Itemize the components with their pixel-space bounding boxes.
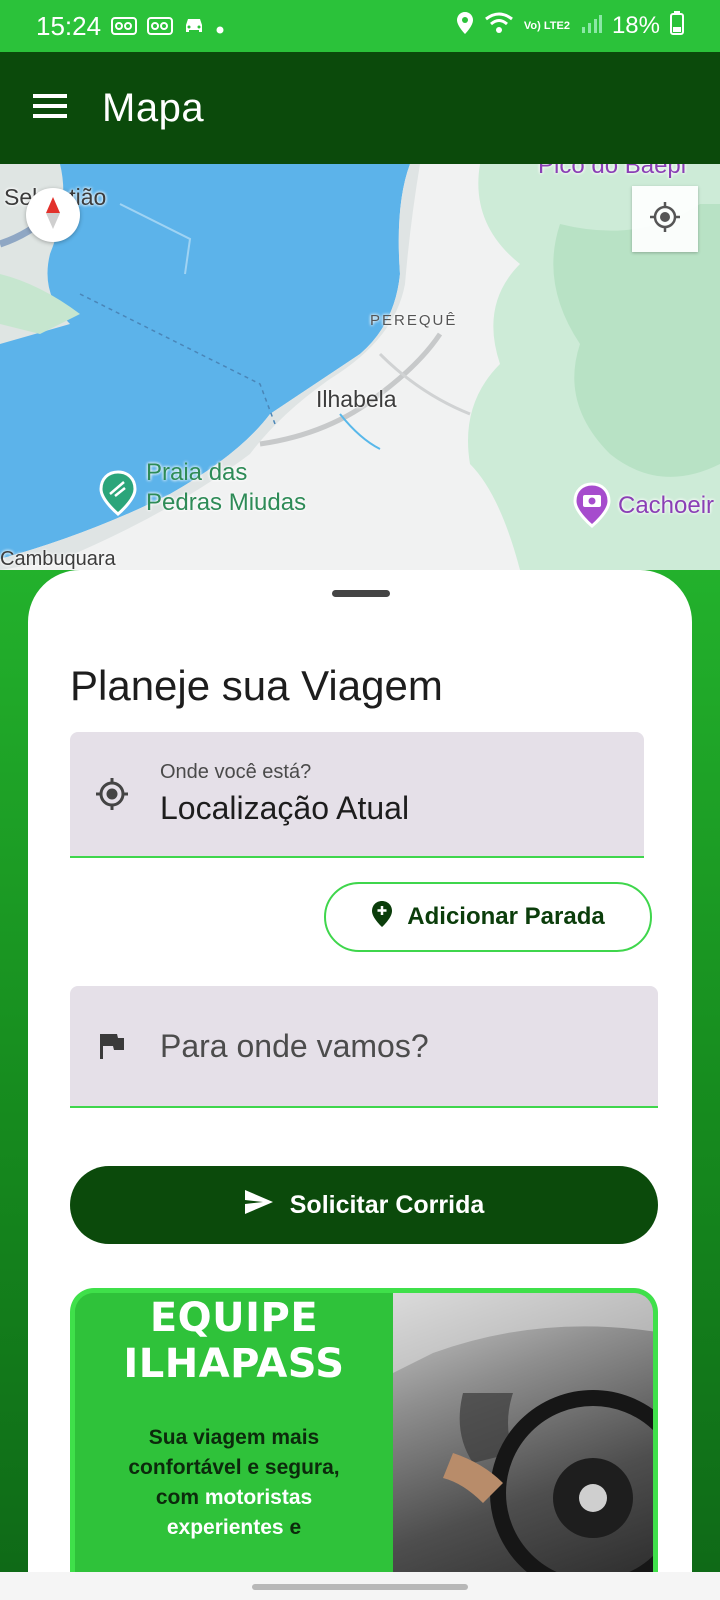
add-stop-button[interactable]: Adicionar Parada: [324, 882, 652, 952]
crosshair-icon: [648, 200, 682, 239]
banner-title-line2: ILHAPASS: [123, 1341, 345, 1387]
compass-icon: [43, 195, 63, 236]
camera-pin-icon[interactable]: [572, 482, 612, 533]
map-label-praia-line1: Praia das: [146, 459, 248, 486]
map-label-praia: Praia das Pedras Miudas: [146, 458, 306, 518]
banner-text: Sua viagem mais confortável e segura, co…: [75, 1423, 393, 1543]
sheet-title: Planeje sua Viagem: [70, 662, 443, 709]
signal-icon: [580, 11, 602, 42]
map-label-cambuquara: Cambuquara: [0, 548, 116, 570]
destination-field[interactable]: Para onde vamos?: [70, 986, 658, 1108]
origin-text: Onde você está? Localização Atual: [160, 761, 409, 827]
status-left: 15:24: [36, 11, 225, 42]
network-type-label: Vo) LTE2: [523, 19, 570, 32]
battery-icon: [670, 10, 684, 42]
banner-text-line3: com motoristas: [75, 1483, 393, 1513]
beach-pin-icon[interactable]: [98, 470, 138, 521]
location-icon: [456, 11, 474, 42]
map-label-ilhabela: Ilhabela: [316, 386, 397, 412]
my-location-button[interactable]: [632, 186, 698, 252]
steering-wheel-photo: [393, 1293, 653, 1580]
drag-handle[interactable]: [332, 590, 390, 597]
banner-text-highlight-1: motoristas: [204, 1486, 313, 1509]
map-label-pereque: PEREQUÊ: [370, 312, 458, 329]
origin-value: Localização Atual: [160, 790, 410, 826]
request-ride-button[interactable]: Solicitar Corrida: [70, 1166, 658, 1244]
add-stop-label: Adicionar Parada: [407, 903, 605, 930]
banner-title: EQUIPE ILHAPASS: [75, 1295, 393, 1387]
home-gesture-pill[interactable]: [252, 1584, 468, 1590]
banner-text-highlight-2: experientes: [166, 1516, 284, 1539]
map-label-pico: Pico do Baepi: [538, 164, 687, 179]
origin-label: Onde você está?: [160, 761, 312, 783]
request-ride-label: Solicitar Corrida: [289, 1190, 485, 1219]
banner-photo: [393, 1293, 653, 1580]
car-icon: [183, 11, 205, 42]
voicemail-icon-2: [147, 11, 174, 42]
hamburger-menu-icon: [33, 93, 67, 124]
trip-planner-sheet: Planeje sua Viagem Onde você está? Local…: [28, 570, 692, 1580]
dot-icon: [215, 11, 225, 42]
destination-text: Para onde vamos?: [160, 1028, 429, 1065]
status-bar: 15:24 Vo) LTE2 18%: [0, 0, 720, 52]
banner-title-line1: EQUIPE: [149, 1295, 319, 1341]
banner-text-line3-prefix: com: [155, 1486, 205, 1509]
voicemail-icon: [111, 11, 138, 42]
banner-text-panel: EQUIPE ILHAPASS Sua viagem mais confortá…: [75, 1293, 393, 1580]
app-title: Mapa: [102, 85, 205, 130]
banner-text-line4: experientes e: [75, 1513, 393, 1543]
menu-button[interactable]: [24, 82, 76, 134]
system-nav-bar: [0, 1572, 720, 1600]
origin-field[interactable]: Onde você está? Localização Atual: [70, 732, 644, 858]
banner-text-line1: Sua viagem mais: [148, 1426, 320, 1449]
map-label-cachoeira: Cachoeir: [618, 492, 715, 519]
gps-fixed-icon: [92, 774, 132, 814]
battery-percent: 18%: [611, 12, 660, 39]
add-location-icon: [371, 900, 393, 935]
promo-banner[interactable]: EQUIPE ILHAPASS Sua viagem mais confortá…: [70, 1288, 658, 1580]
banner-text-line2: confortável e segura,: [128, 1456, 340, 1479]
status-right: Vo) LTE2 18%: [456, 10, 684, 42]
map-label-praia-line2: Pedras Miudas: [146, 489, 307, 516]
app-bar: Mapa: [0, 52, 720, 164]
status-time: 15:24: [36, 10, 102, 41]
send-icon: [244, 1189, 274, 1222]
wifi-icon: [484, 11, 514, 42]
map-view[interactable]: Sebastião Pico do Baepi PEREQUÊ Ilhabela…: [0, 164, 720, 570]
compass-button[interactable]: [26, 188, 80, 242]
destination-placeholder: Para onde vamos?: [160, 1027, 429, 1064]
banner-text-line4-suffix: e: [283, 1516, 302, 1539]
flag-icon: [92, 1026, 132, 1066]
